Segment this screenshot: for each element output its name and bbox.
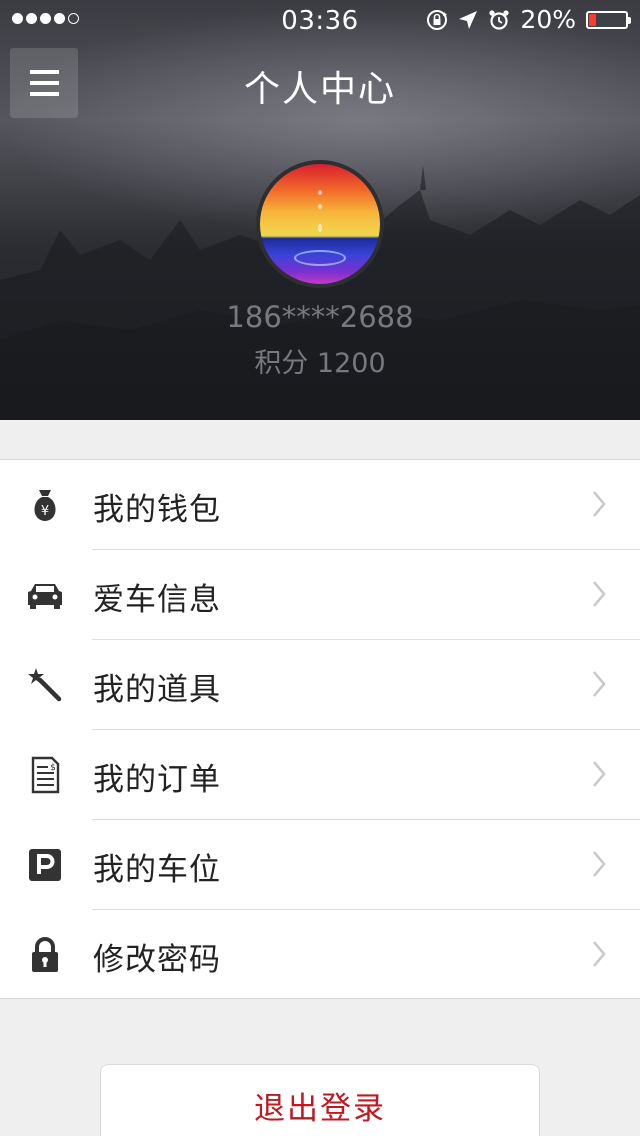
battery-level-fill — [589, 13, 597, 26]
receipt-icon: $ — [31, 756, 60, 794]
menu-item-label: 我的订单 — [93, 762, 221, 798]
profile-header: 03:36 20% 个人中心 186****2688 积分 1200 — [0, 0, 640, 420]
chevron-right-icon — [593, 941, 606, 967]
lock-icon — [32, 937, 58, 972]
user-phone-number: 186****2688 — [226, 300, 414, 334]
menu-item-label: 爱车信息 — [93, 582, 221, 618]
parking-icon — [29, 849, 61, 881]
money-bag-icon: ¥ — [34, 490, 56, 521]
menu-item-label: 修改密码 — [93, 942, 221, 978]
menu-item-car-info[interactable]: 爱车信息 — [0, 550, 640, 640]
menu-item-label: 我的车位 — [93, 852, 221, 888]
menu-item-change-password[interactable]: 修改密码 — [0, 910, 640, 1000]
avatar[interactable] — [256, 160, 384, 288]
menu-item-parking[interactable]: 我的车位 — [0, 820, 640, 910]
location-arrow-icon — [459, 10, 478, 29]
user-points: 积分 1200 — [254, 348, 386, 379]
chevron-right-icon — [593, 581, 606, 607]
logout-button[interactable]: 退出登录 — [100, 1064, 540, 1136]
magic-wand-icon — [28, 668, 62, 702]
chevron-right-icon — [593, 671, 606, 697]
svg-text:¥: ¥ — [41, 504, 49, 519]
svg-text:$: $ — [50, 763, 56, 773]
battery-icon — [586, 10, 631, 29]
page-title: 个人中心 — [243, 69, 396, 110]
status-bar: 03:36 20% — [0, 0, 640, 40]
menu-item-orders[interactable]: $ 我的订单 — [0, 730, 640, 820]
menu-item-wallet[interactable]: ¥ 我的钱包 — [0, 460, 640, 550]
chevron-right-icon — [593, 491, 606, 517]
menu-item-label: 我的钱包 — [93, 492, 221, 528]
status-indicators: 20% — [426, 5, 631, 34]
alarm-icon — [489, 9, 510, 30]
personal-center-screen: 03:36 20% 个人中心 186****2688 积分 1200 ¥ 我的钱… — [0, 0, 640, 1136]
menu-item-props[interactable]: 我的道具 — [0, 640, 640, 730]
orientation-lock-icon — [427, 9, 448, 30]
battery-percentage: 20% — [520, 5, 576, 34]
chevron-right-icon — [593, 761, 606, 787]
chevron-right-icon — [593, 851, 606, 877]
menu-list: ¥ 我的钱包 爱车信息 我的道具 $ 我的订单 我的车位 修改密码 — [0, 459, 640, 999]
menu-item-label: 我的道具 — [93, 672, 221, 708]
car-icon — [28, 584, 62, 609]
